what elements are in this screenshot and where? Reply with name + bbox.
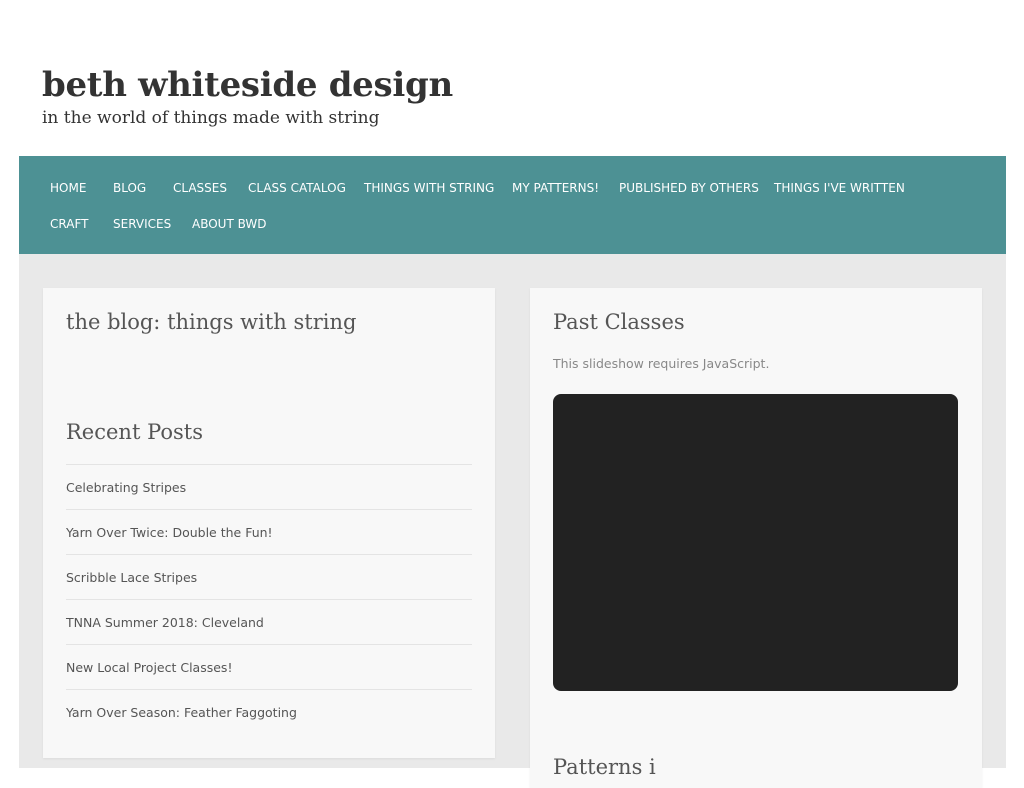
recent-posts-title: Recent Posts <box>66 420 203 444</box>
recent-post-link[interactable]: Scribble Lace Stripes <box>66 554 472 599</box>
sidebar-right-panel: Past Classes This slideshow requires Jav… <box>530 288 982 788</box>
recent-post-link[interactable]: Celebrating Stripes <box>66 464 472 509</box>
nav-item-craft[interactable]: CRAFT <box>50 217 88 231</box>
nav-item-home[interactable]: HOME <box>50 181 86 195</box>
nav-item-blog[interactable]: BLOG <box>113 181 146 195</box>
site-title[interactable]: beth whiteside design <box>42 62 453 108</box>
blog-widget-title[interactable]: the blog: things with string <box>66 310 356 334</box>
nav-item-my-patterns[interactable]: MY PATTERNS! <box>512 181 599 195</box>
nav-item-published-by-others[interactable]: PUBLISHED BY OTHERS <box>619 181 759 195</box>
recent-post-link[interactable]: TNNA Summer 2018: Cleveland <box>66 599 472 644</box>
past-classes-title: Past Classes <box>553 310 685 334</box>
slideshow-js-notice: This slideshow requires JavaScript. <box>553 356 770 371</box>
recent-post-link[interactable]: New Local Project Classes! <box>66 644 472 689</box>
nav-item-things-ive-written[interactable]: THINGS I'VE WRITTEN <box>774 181 905 195</box>
recent-post-link[interactable]: Yarn Over Season: Feather Faggoting <box>66 689 472 734</box>
slideshow-viewer[interactable] <box>553 394 958 691</box>
patterns-widget-title: Patterns i <box>553 755 656 779</box>
sidebar-left-panel: the blog: things with string Recent Post… <box>43 288 495 758</box>
nav-item-class-catalog[interactable]: CLASS CATALOG <box>248 181 346 195</box>
nav-item-things-with-string[interactable]: THINGS WITH STRING <box>364 181 494 195</box>
nav-item-services[interactable]: SERVICES <box>113 217 171 231</box>
site-header: beth whiteside design in the world of th… <box>42 62 453 131</box>
recent-posts-list: Celebrating Stripes Yarn Over Twice: Dou… <box>66 464 472 734</box>
nav-item-classes[interactable]: CLASSES <box>173 181 227 195</box>
recent-post-link[interactable]: Yarn Over Twice: Double the Fun! <box>66 509 472 554</box>
nav-item-about-bwd[interactable]: ABOUT BWD <box>192 217 267 231</box>
site-tagline: in the world of things made with string <box>42 108 380 128</box>
main-navigation: HOME BLOG CLASSES CLASS CATALOG THINGS W… <box>19 156 1006 254</box>
